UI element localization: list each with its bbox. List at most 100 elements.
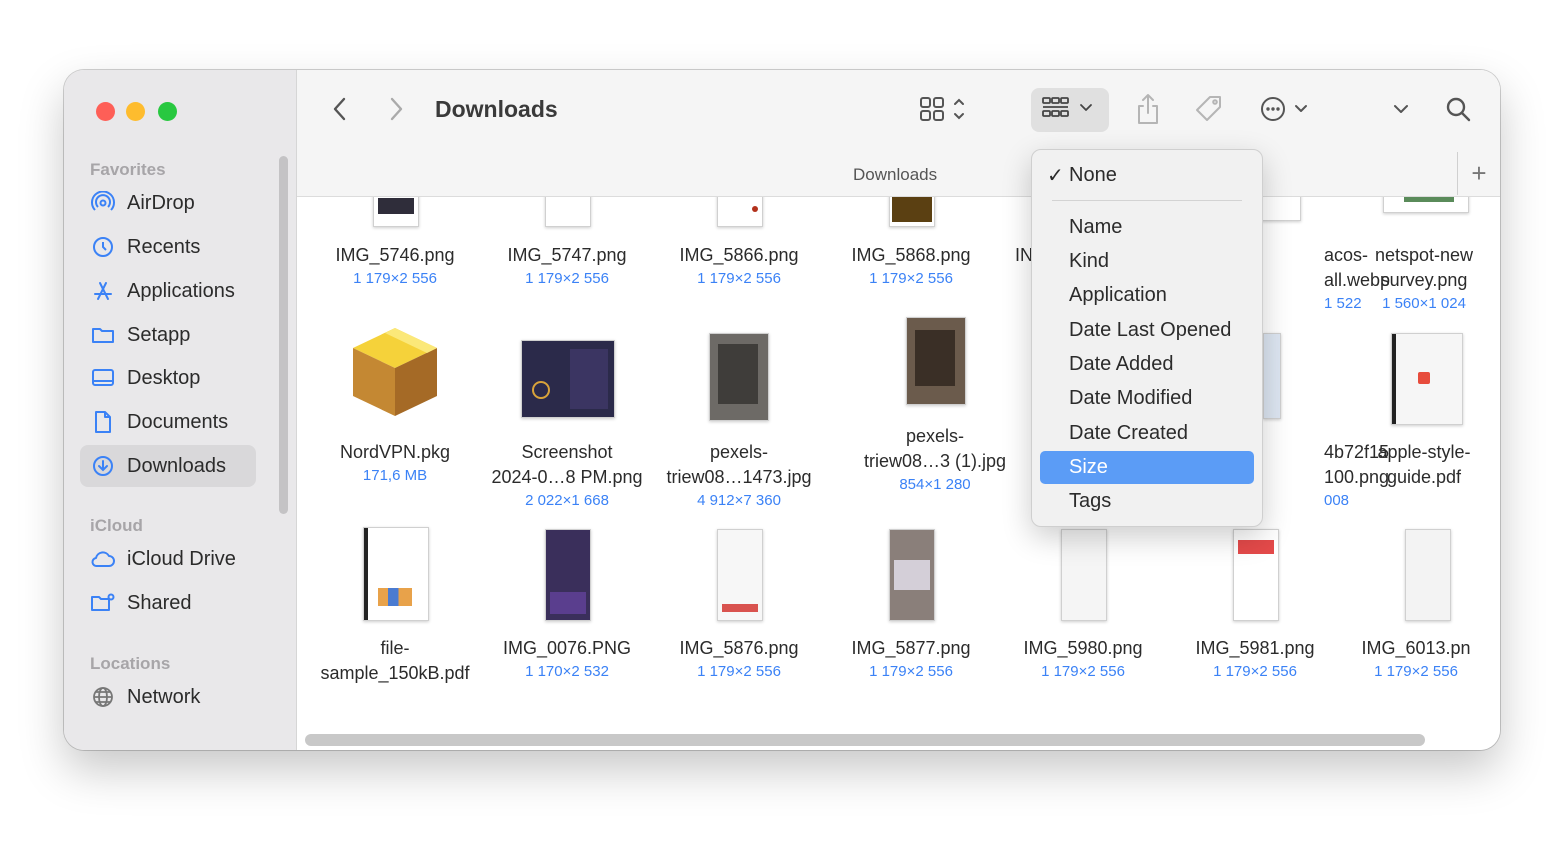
sidebar-item-downloads[interactable]: Downloads bbox=[80, 445, 256, 487]
menu-item-date-last-opened[interactable]: Date Last Opened bbox=[1040, 314, 1254, 347]
file-thumbnail[interactable] bbox=[373, 197, 419, 227]
menu-item-label: Application bbox=[1069, 284, 1167, 306]
file-thumbnail[interactable] bbox=[889, 529, 935, 621]
file-thumbnail[interactable] bbox=[717, 529, 763, 621]
zoom-window-button[interactable] bbox=[158, 102, 177, 121]
minimize-window-button[interactable] bbox=[126, 102, 145, 121]
file-dimensions: 1 179×2 556 bbox=[1041, 663, 1125, 680]
sidebar-section-locations: Locations bbox=[90, 654, 171, 673]
file-name: IMG_5876.png bbox=[679, 638, 799, 658]
file-name: IMG_5868.png bbox=[851, 245, 971, 265]
file-thumbnail[interactable] bbox=[545, 197, 591, 227]
file-thumbnail[interactable] bbox=[889, 197, 935, 227]
file-name-line-1: pexels- bbox=[905, 426, 965, 446]
menu-item-none[interactable]: ✓ None bbox=[1040, 159, 1254, 192]
search-button[interactable] bbox=[1441, 94, 1475, 128]
file-thumbnail[interactable] bbox=[363, 527, 429, 621]
file-item[interactable]: apple-style- guide.pdf bbox=[1341, 440, 1500, 490]
file-dimensions: 1 179×2 556 bbox=[697, 663, 781, 680]
sidebar: Favorites AirDrop Recents Applications S… bbox=[64, 70, 297, 750]
sidebar-item-documents[interactable]: Documents bbox=[80, 401, 256, 443]
file-item[interactable]: Screenshot 2024-0…8 PM.png 2 022×1 668 bbox=[481, 440, 653, 512]
sidebar-item-setapp[interactable]: Setapp bbox=[80, 314, 256, 356]
file-item[interactable]: NordVPN.pkg 171,6 MB bbox=[309, 440, 481, 487]
sidebar-item-label: AirDrop bbox=[127, 191, 195, 214]
back-button[interactable] bbox=[325, 96, 355, 126]
file-thumbnail[interactable] bbox=[1391, 333, 1463, 425]
file-dimensions: 008 bbox=[1324, 492, 1350, 509]
menu-item-label: Date Added bbox=[1069, 353, 1174, 375]
forward-button[interactable] bbox=[381, 96, 411, 126]
sidebar-item-recents[interactable]: Recents bbox=[80, 226, 256, 268]
file-item[interactable]: IMG_6013.pn 1 179×2 556 bbox=[1341, 636, 1491, 683]
menu-item-name[interactable]: Name bbox=[1040, 211, 1254, 244]
file-item[interactable]: IMG_5876.png 1 179×2 556 bbox=[653, 636, 825, 683]
menu-item-tags[interactable]: Tags bbox=[1040, 485, 1254, 518]
menu-item-date-added[interactable]: Date Added bbox=[1040, 348, 1254, 381]
file-item[interactable]: file- sample_150kB.pdf bbox=[309, 636, 481, 686]
sidebar-item-applications[interactable]: Applications bbox=[80, 270, 256, 312]
sidebar-item-desktop[interactable]: Desktop bbox=[80, 357, 256, 399]
menu-item-date-created[interactable]: Date Created bbox=[1040, 417, 1254, 450]
sidebar-item-network[interactable]: Network bbox=[80, 676, 256, 718]
file-name: IMG_5980.png bbox=[1023, 638, 1143, 658]
file-name-line-1: file- bbox=[380, 638, 410, 658]
file-dimensions: 2 022×1 668 bbox=[525, 492, 609, 509]
menu-item-application[interactable]: Application bbox=[1040, 279, 1254, 312]
file-item[interactable]: netspot-new survey.png 1 560×1 024 bbox=[1341, 243, 1500, 315]
new-tab-button[interactable]: + bbox=[1457, 152, 1500, 195]
file-item[interactable]: IMG_5868.png 1 179×2 556 bbox=[825, 243, 997, 290]
file-thumbnail[interactable] bbox=[1263, 333, 1281, 419]
sidebar-item-airdrop[interactable]: AirDrop bbox=[80, 182, 256, 224]
file-item[interactable]: IMG_5747.png 1 179×2 556 bbox=[481, 243, 653, 290]
file-thumbnail[interactable] bbox=[521, 340, 615, 418]
file-thumbnail[interactable] bbox=[709, 333, 769, 421]
file-name: IMG_5981.png bbox=[1195, 638, 1315, 658]
sidebar-item-shared[interactable]: Shared bbox=[80, 582, 256, 624]
folder-icon bbox=[90, 322, 116, 348]
file-item[interactable]: IMG_5866.png 1 179×2 556 bbox=[653, 243, 825, 290]
group-by-button[interactable] bbox=[1031, 88, 1109, 132]
ellipsis-circle-icon bbox=[1258, 94, 1316, 129]
tag-button[interactable] bbox=[1191, 92, 1227, 130]
share-button[interactable] bbox=[1132, 92, 1164, 130]
file-item[interactable]: IMG_0076.PNG 1 170×2 532 bbox=[481, 636, 653, 683]
file-item[interactable]: IMG_5981.png 1 179×2 556 bbox=[1169, 636, 1341, 683]
file-item[interactable]: pexels- triew08…3 (1).jpg 854×1 280 bbox=[849, 424, 1021, 496]
menu-item-kind[interactable]: Kind bbox=[1040, 245, 1254, 278]
toolbar-overflow-button[interactable] bbox=[1389, 96, 1413, 126]
file-size: 171,6 MB bbox=[362, 467, 428, 484]
file-name: IMG_5747.png bbox=[507, 245, 627, 265]
file-thumbnail[interactable] bbox=[1405, 529, 1451, 621]
file-item[interactable]: IMG_5980.png 1 179×2 556 bbox=[997, 636, 1169, 683]
file-name-line-1: apple-style- bbox=[1377, 442, 1471, 462]
view-mode-button[interactable] bbox=[912, 94, 972, 128]
more-actions-button[interactable] bbox=[1257, 94, 1317, 128]
file-thumbnail[interactable] bbox=[1383, 197, 1469, 213]
file-dimensions: 1 179×2 556 bbox=[1374, 663, 1458, 680]
file-item[interactable]: IMG_5877.png 1 179×2 556 bbox=[825, 636, 997, 683]
sidebar-item-icloud-drive[interactable]: iCloud Drive bbox=[80, 538, 256, 580]
checkmark-icon: ✓ bbox=[1047, 165, 1064, 187]
file-thumbnail[interactable] bbox=[1233, 529, 1279, 621]
menu-item-label: Date Last Opened bbox=[1069, 319, 1232, 341]
file-thumbnail[interactable] bbox=[906, 317, 966, 405]
file-thumbnail[interactable] bbox=[717, 197, 763, 227]
file-item[interactable]: pexels- triew08…1473.jpg 4 912×7 360 bbox=[653, 440, 825, 512]
file-thumbnail[interactable] bbox=[545, 529, 591, 621]
menu-item-size[interactable]: Size bbox=[1040, 451, 1254, 484]
sidebar-scrollbar[interactable] bbox=[279, 156, 288, 514]
package-icon[interactable] bbox=[347, 322, 443, 422]
file-name: IMG_5866.png bbox=[679, 245, 799, 265]
file-thumbnail[interactable] bbox=[1061, 529, 1107, 621]
menu-item-date-modified[interactable]: Date Modified bbox=[1040, 382, 1254, 415]
file-name-line-2: survey.png bbox=[1380, 270, 1468, 290]
file-item[interactable]: IMG_5746.png 1 179×2 556 bbox=[309, 243, 481, 290]
file-dimensions: 1 179×2 556 bbox=[869, 270, 953, 287]
close-window-button[interactable] bbox=[96, 102, 115, 121]
group-by-icon bbox=[1037, 93, 1103, 128]
horizontal-scrollbar[interactable] bbox=[305, 734, 1425, 746]
menu-item-label: Tags bbox=[1069, 490, 1112, 512]
group-by-menu: ✓ None Name Kind Application Date Last O… bbox=[1031, 149, 1263, 527]
shared-folder-icon bbox=[90, 590, 116, 616]
